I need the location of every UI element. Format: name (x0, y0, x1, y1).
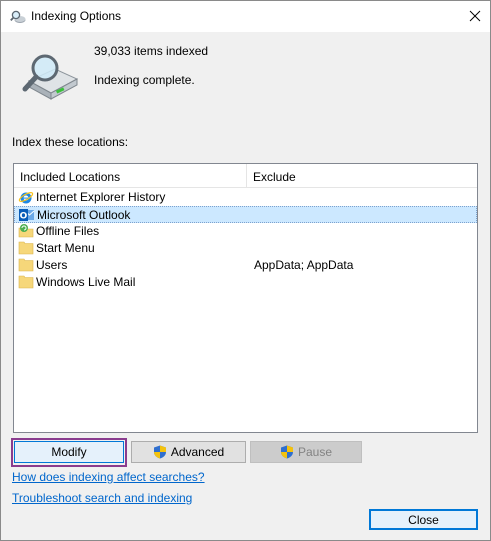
close-window-button[interactable] (460, 1, 490, 31)
list-item-selected[interactable]: O Microsoft Outlook (14, 206, 477, 223)
items-indexed-count: 39,033 items indexed (94, 44, 209, 58)
location-name: Internet Explorer History (36, 190, 166, 204)
modify-button[interactable]: Modify (14, 441, 124, 463)
list-item[interactable]: Windows Live Mail (14, 274, 477, 291)
locations-list[interactable]: Included Locations Exclude Internet Expl… (13, 163, 478, 433)
window-title: Indexing Options (31, 9, 122, 23)
column-divider[interactable] (246, 164, 247, 187)
uac-shield-icon (280, 445, 293, 459)
indexing-status: Indexing complete. (94, 73, 195, 87)
close-button[interactable]: Close (369, 509, 478, 530)
location-name: Start Menu (36, 241, 95, 255)
indexing-drive-magnifier-icon (22, 54, 79, 100)
list-item[interactable]: Start Menu (14, 240, 477, 257)
folder-icon (18, 258, 34, 272)
location-name: Offline Files (36, 224, 100, 238)
indexing-options-icon (10, 10, 26, 23)
offline-files-icon (18, 224, 34, 238)
title-bar: Indexing Options (1, 1, 490, 32)
how-indexing-affects-searches-link[interactable]: How does indexing affect searches? (12, 470, 205, 484)
internet-explorer-icon (18, 192, 34, 204)
advanced-button[interactable]: Advanced (131, 441, 246, 463)
index-locations-label: Index these locations: (12, 135, 129, 149)
uac-shield-icon (153, 445, 166, 459)
indexing-options-window: Indexing Options 39,033 items indexed In… (0, 0, 491, 541)
location-exclude: AppData; AppData (254, 258, 354, 272)
list-item[interactable]: Internet Explorer History (14, 189, 477, 206)
outlook-icon: O (19, 209, 35, 222)
troubleshoot-search-link[interactable]: Troubleshoot search and indexing (12, 491, 192, 505)
list-item[interactable]: Offline Files (14, 223, 477, 240)
close-button-label: Close (408, 512, 439, 527)
location-name: Microsoft Outlook (37, 208, 131, 222)
modify-button-label: Modify (51, 445, 87, 459)
column-header-included[interactable]: Included Locations (20, 170, 120, 184)
pause-button[interactable]: Pause (250, 441, 362, 463)
location-name: Users (36, 258, 68, 272)
list-header: Included Locations Exclude (14, 164, 477, 188)
pause-button-label: Pause (297, 445, 333, 459)
list-item[interactable]: Users AppData; AppData (14, 257, 477, 274)
location-name: Windows Live Mail (36, 275, 136, 289)
advanced-button-label: Advanced (170, 445, 225, 459)
svg-text:O: O (20, 212, 28, 222)
column-header-exclude[interactable]: Exclude (253, 170, 296, 184)
folder-icon (18, 241, 34, 255)
close-icon (469, 10, 481, 22)
folder-icon (18, 275, 34, 289)
